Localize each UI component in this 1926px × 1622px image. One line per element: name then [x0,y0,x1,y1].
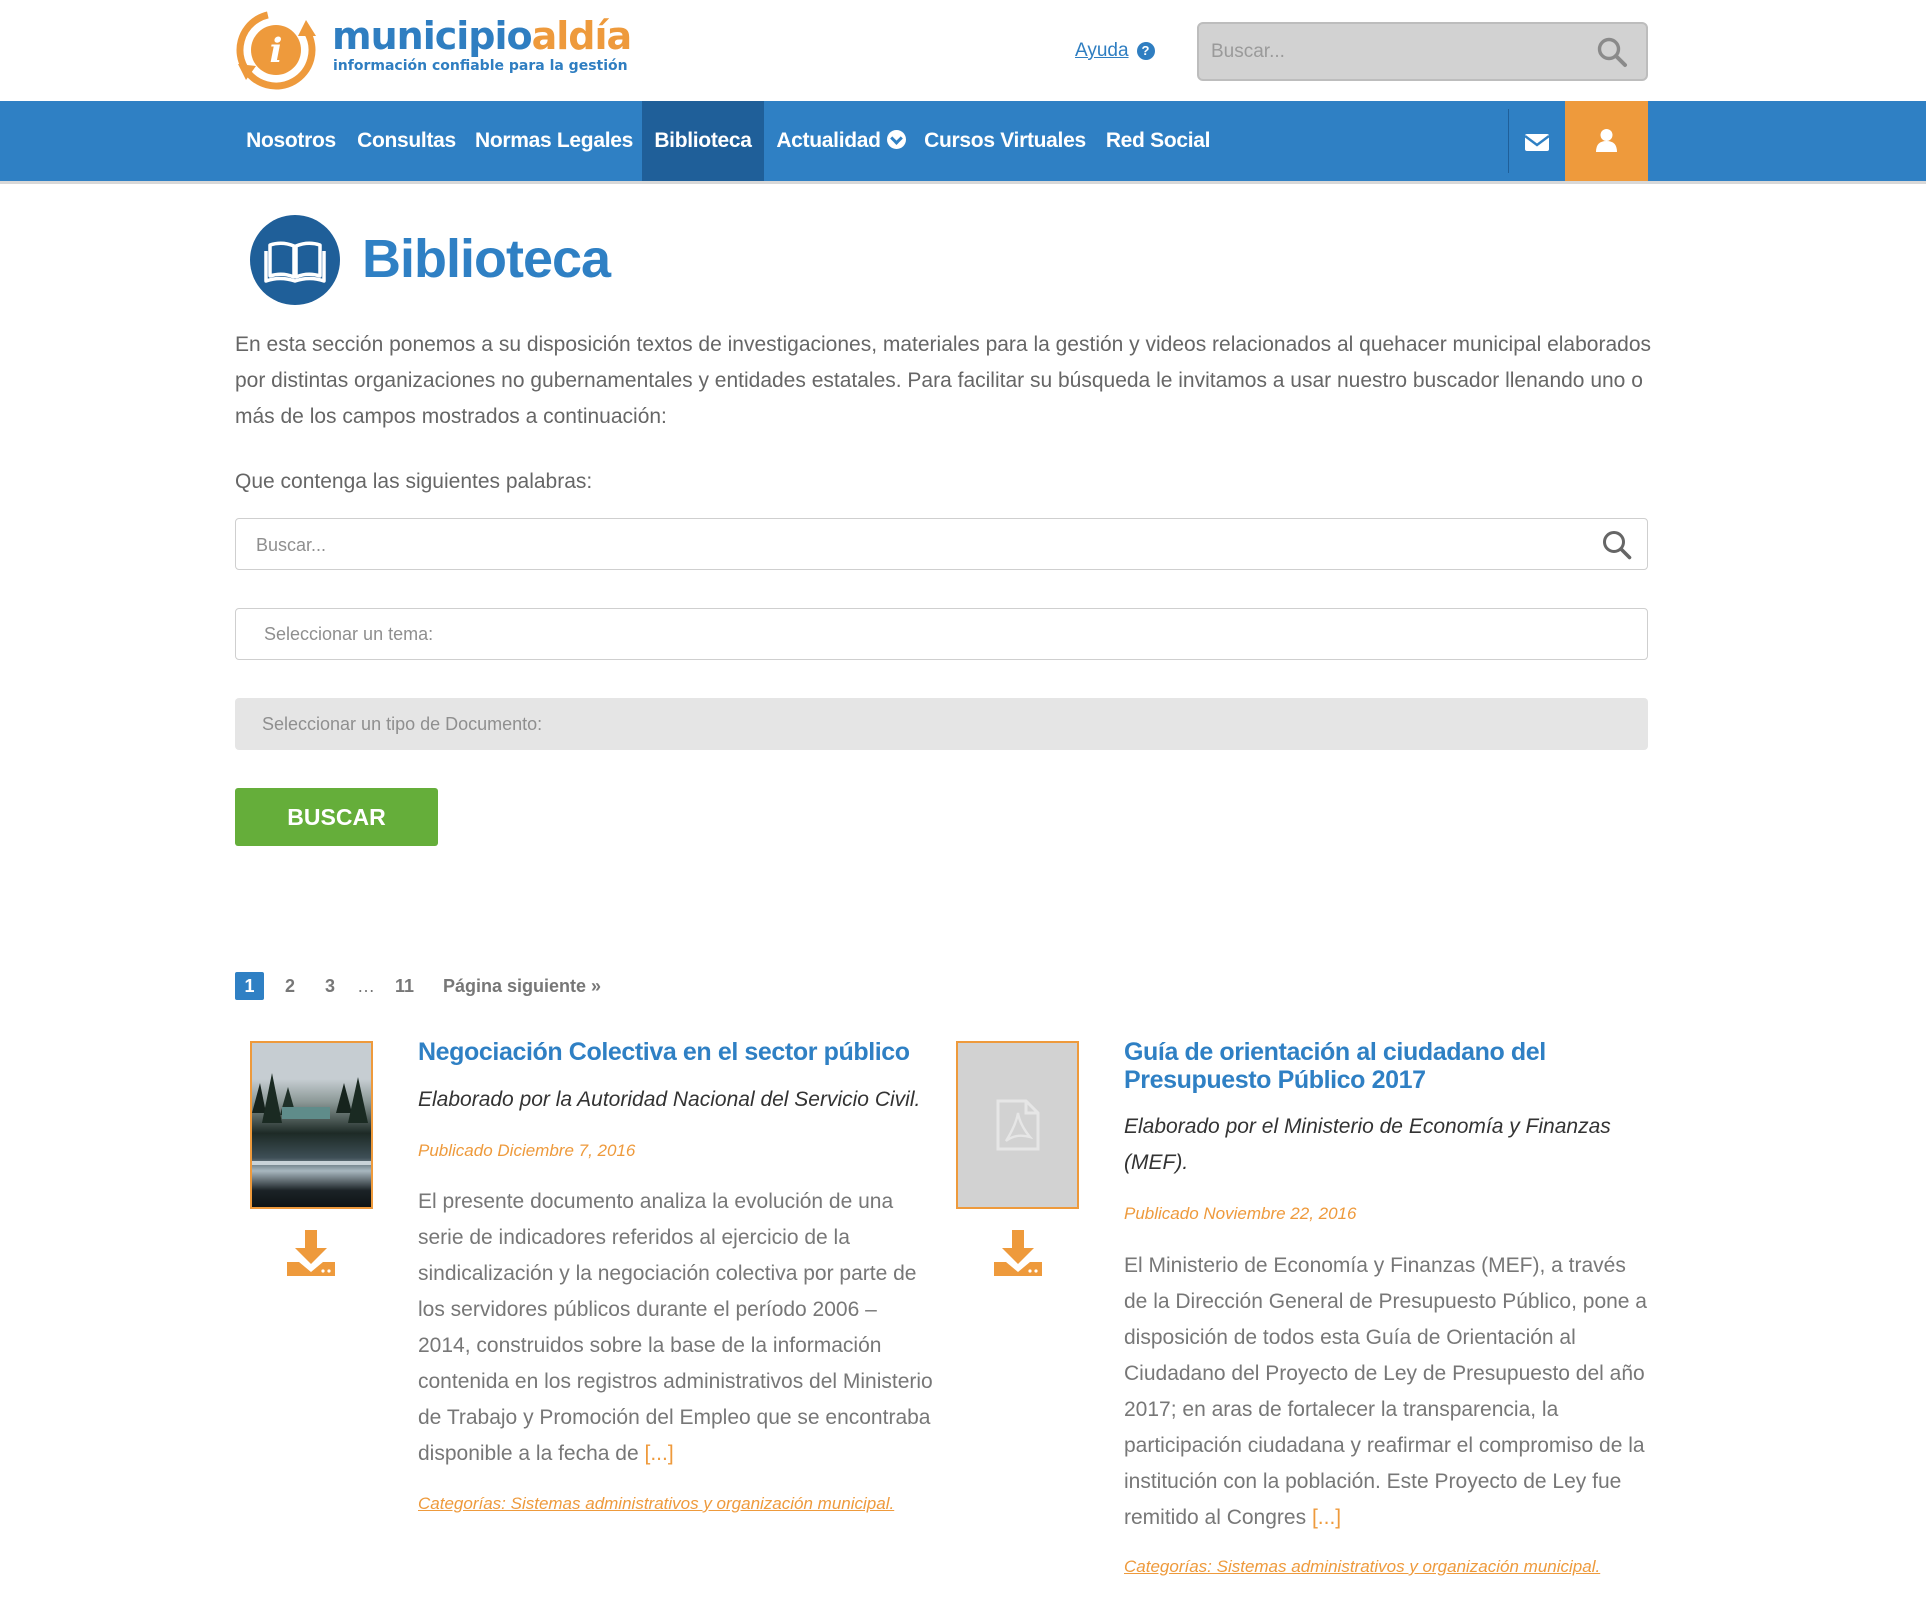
result-title[interactable]: Negociación Colectiva en el sector públi… [418,1038,918,1066]
mail-button[interactable] [1510,101,1564,181]
header-search [1197,22,1648,81]
envelope-icon [1524,134,1550,151]
keywords-label: Que contenga las siguientes palabras: [235,470,593,493]
nav-item-red-social[interactable]: Red Social [1102,101,1214,181]
question-circle-icon: ? [1136,42,1155,60]
result-excerpt-text: El Ministerio de Economía y Finanzas (ME… [1124,1254,1647,1529]
landscape-cover-image[interactable] [250,1041,373,1209]
result-title[interactable]: Guía de orientación al ciudadano del Pre… [1124,1038,1594,1094]
result-category-link[interactable]: Categorías: Sistemas administrativos y o… [418,1494,894,1514]
page-title: Biblioteca [362,229,611,289]
tema-select[interactable]: Seleccionar un tema: [235,608,1648,660]
page-link-3[interactable]: 3 [325,972,335,1000]
nav-item-cursos-virtuales[interactable]: Cursos Virtuales [918,101,1092,181]
document-type-select[interactable]: Seleccionar un tipo de Documento: [235,698,1648,750]
result-excerpt: El Ministerio de Economía y Finanzas (ME… [1124,1248,1649,1536]
page-link-2[interactable]: 2 [285,972,295,1000]
result-excerpt-text: El presente documento analiza la evoluci… [418,1190,933,1465]
user-icon [1596,129,1617,152]
help-label: Ayuda [1075,40,1129,61]
nav-divider [1508,109,1509,173]
nav-item-actualidad[interactable]: Actualidad [772,101,910,181]
result-category-link[interactable]: Categorías: Sistemas administrativos y o… [1124,1557,1600,1577]
page-ellipsis: … [357,976,375,996]
search-icon[interactable] [1601,529,1633,561]
result-author: Elaborado por la Autoridad Nacional del … [418,1088,921,1111]
search-submit-button[interactable]: BUSCAR [235,788,438,846]
read-more-link[interactable]: [...] [645,1442,674,1465]
page-current: 1 [235,972,264,1000]
result-date: Publicado Diciembre 7, 2016 [418,1141,636,1160]
result-date: Publicado Noviembre 22, 2016 [1124,1204,1357,1223]
nav-item-consultas[interactable]: Consultas [350,101,463,181]
download-icon[interactable] [992,1228,1044,1280]
site-header: i municipioaldía información confiable p… [0,0,1926,101]
info-logo-icon: i [236,10,316,90]
page: i municipioaldía información confiable p… [0,0,1926,1622]
brand-tagline: información confiable para la gestión [333,58,628,74]
chevron-down-icon [886,130,906,149]
pdf-icon[interactable] [956,1041,1079,1209]
read-more-link[interactable]: [...] [1312,1506,1341,1529]
nav-item-biblioteca[interactable]: Biblioteca [642,101,764,181]
intro-text: En esta sección ponemos a su disposición… [235,333,1651,428]
help-link[interactable]: Ayuda? [1075,40,1155,62]
keywords-input[interactable] [256,531,1556,559]
nav-item-actualidad-label: Actualidad [776,129,881,152]
keywords-search [235,518,1648,570]
brand-name: municipioaldía [332,14,632,58]
download-icon[interactable] [285,1228,337,1280]
search-icon[interactable] [1596,36,1628,68]
user-button[interactable] [1565,101,1648,181]
next-page-link[interactable]: Página siguiente » [443,972,601,1000]
open-book-icon [250,215,340,305]
nav-item-nosotros[interactable]: Nosotros [236,101,346,181]
page-link-last[interactable]: 11 [395,972,414,1000]
result-author: Elaborado por el Ministerio de Economía … [1124,1115,1611,1174]
site-logo[interactable]: i municipioaldía información confiable p… [234,6,632,94]
header-search-input[interactable] [1211,38,1571,66]
svg-text:i: i [270,31,283,71]
main-nav: Nosotros Consultas Normas Legales Biblio… [0,101,1926,184]
result-excerpt: El presente documento analiza la evoluci… [418,1184,933,1472]
nav-item-normas-legales[interactable]: Normas Legales [467,101,641,181]
